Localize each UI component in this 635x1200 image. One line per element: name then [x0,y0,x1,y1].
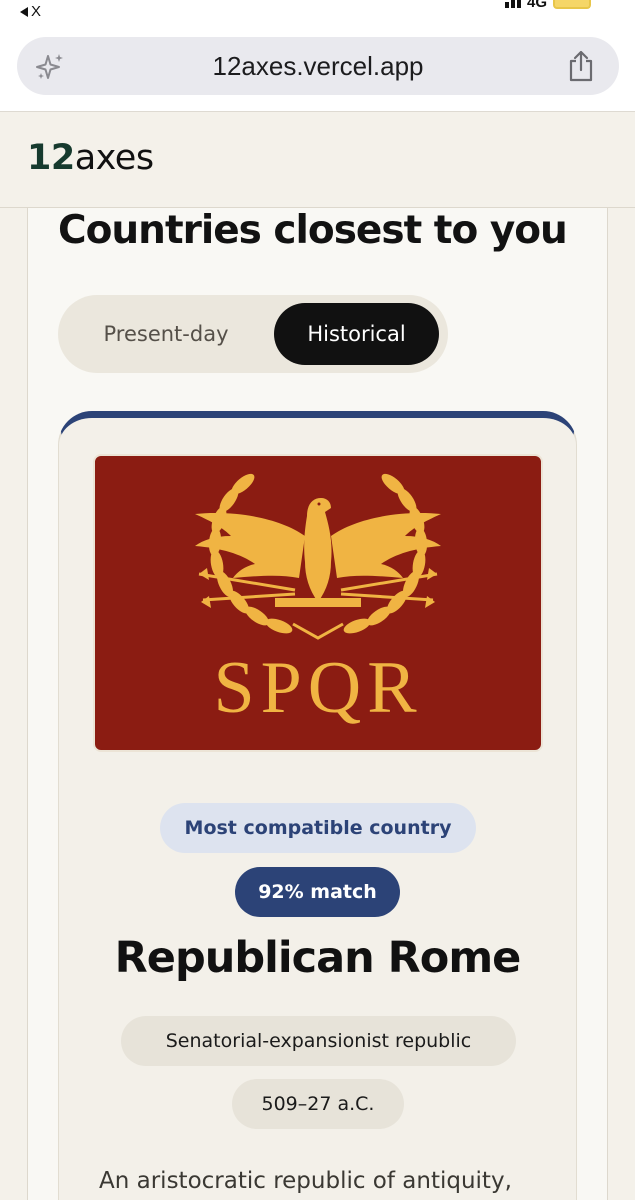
url-text: 12axes.vercel.app [212,51,424,81]
site-logo[interactable]: 12axes [27,138,154,178]
address-bar[interactable]: 12axes.vercel.app [17,37,619,95]
back-app-label: X [31,3,42,20]
flag-text: SPQR [213,647,422,729]
page-title: Countries closest to you [58,208,568,253]
era-toggle: Present-day Historical [58,295,448,373]
toggle-present-day[interactable]: Present-day [66,303,266,365]
eagle-wing-left [195,512,305,578]
government-type-tag: Senatorial-expansionist republic [121,1016,516,1066]
eagle-wing-right [331,512,441,578]
country-name: Republican Rome [114,933,522,983]
toggle-historical[interactable]: Historical [274,303,439,365]
country-description: An aristocratic republic of antiquity, [99,1168,512,1194]
most-compatible-badge: Most compatible country [160,803,476,853]
back-arrow-icon [20,6,28,17]
browser-chrome: X 4G 12axes.vercel.app [0,0,635,112]
emblem-base [275,598,361,607]
main-content: Countries closest to you Present-day His… [27,208,608,1200]
cellular-signal-icon [504,0,521,8]
dates-tag: 509–27 a.C. [232,1079,404,1129]
match-percentage-badge: 92% match [235,867,400,917]
spqr-emblem: SPQR [195,473,441,729]
eagle-body [304,498,332,602]
logo-number: 12 [27,138,75,178]
site-header: 12axes [0,112,635,208]
share-icon[interactable] [567,50,595,82]
status-indicators: 4G [504,0,591,11]
result-card: SPQR Most compatible country 92% match R… [58,411,577,1200]
battery-icon [553,0,591,9]
country-flag: SPQR [93,454,543,752]
back-to-app-button[interactable]: X [20,3,41,20]
logo-word: axes [74,138,154,178]
network-icon: 4G [526,0,547,11]
